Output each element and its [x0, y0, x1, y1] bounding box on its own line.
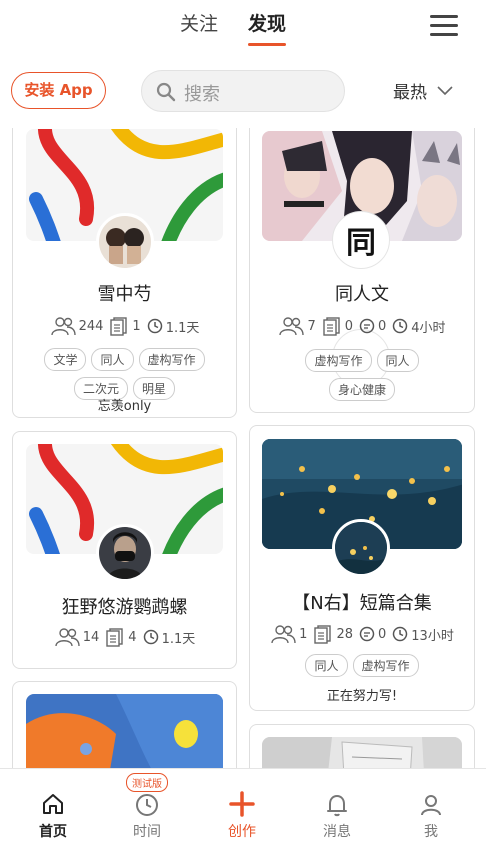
install-app-button[interactable]: 安装 App	[11, 72, 106, 109]
channel-feed[interactable]: 雪中芍 244 1 1.1天 文学 同人 虚构写作 二次元 明星 忘羡only	[0, 128, 486, 768]
plus-icon	[229, 791, 255, 817]
nav-time[interactable]: 测试版 时间	[112, 769, 182, 843]
posts-count: 1	[132, 318, 141, 334]
channel-card[interactable]	[12, 681, 237, 768]
users-icon	[55, 628, 80, 647]
nav-create[interactable]: 创作	[207, 769, 277, 843]
comments-count: 0	[378, 318, 387, 334]
tag[interactable]: 虚构写作	[138, 348, 205, 371]
home-icon	[43, 794, 63, 814]
users-icon	[271, 625, 296, 644]
tag[interactable]: 虚构写作	[352, 654, 419, 677]
updated-time: 1.1天	[165, 320, 200, 336]
updated-time: 1.1天	[161, 631, 196, 647]
clock-icon	[143, 629, 158, 645]
document-icon	[323, 317, 340, 336]
nav-me[interactable]: 我	[396, 769, 466, 843]
avatar-text: 同	[346, 226, 376, 261]
users-icon	[50, 317, 76, 336]
card-cover-image	[26, 694, 223, 768]
nav-home-label: 首页	[39, 824, 67, 840]
avatar	[332, 519, 390, 577]
chevron-down-icon	[437, 85, 453, 95]
card-stats: 244 1 1.1天	[13, 316, 236, 336]
card-title: 【N右】短篇合集	[292, 593, 432, 614]
bell-icon	[327, 795, 347, 817]
sort-dropdown[interactable]: 最热	[393, 78, 453, 103]
nav-messages-label: 消息	[323, 824, 351, 840]
tag-list: 文学 同人 虚构写作 二次元 明星	[23, 348, 226, 400]
search-placeholder: 搜索	[184, 84, 220, 105]
document-icon	[106, 628, 123, 647]
nav-messages[interactable]: 消息	[302, 769, 372, 843]
nav-create-label: 创作	[228, 824, 256, 840]
tab-following[interactable]: 关注	[180, 10, 218, 38]
tag[interactable]: 文学	[44, 348, 87, 371]
card-cover-image	[262, 737, 462, 768]
nav-time-label: 时间	[133, 824, 161, 840]
channel-card[interactable]: 同 同人文 7 0 0 4小时 虚构写作 同人 身心健康	[249, 128, 475, 413]
channel-card[interactable]	[249, 724, 475, 768]
avatar: 同	[332, 211, 390, 269]
channel-card[interactable]: 狂野悠游鹦鹉螺 14 4 1.1天	[12, 431, 237, 669]
followers-count: 1	[299, 626, 308, 642]
tag-list: 同人 虚构写作	[260, 654, 464, 677]
clock-icon	[393, 626, 408, 642]
search-icon	[156, 82, 176, 102]
tag[interactable]: 同人	[305, 654, 348, 677]
card-title: 同人文	[335, 284, 389, 305]
followers-count: 244	[78, 318, 104, 334]
sort-label: 最热	[393, 83, 427, 103]
avatar	[96, 524, 154, 582]
menu-icon[interactable]	[430, 15, 458, 39]
card-title: 雪中芍	[97, 284, 152, 305]
tag[interactable]: 虚构写作	[305, 349, 372, 372]
posts-count: 28	[336, 626, 353, 642]
nav-home[interactable]: 首页	[18, 769, 88, 843]
card-stats: 14 4 1.1天	[13, 627, 236, 647]
card-description: 正在努力写!	[326, 689, 398, 704]
posts-count: 0	[344, 318, 353, 334]
comment-icon	[359, 318, 375, 334]
card-stats: 7 0 0 4小时	[250, 316, 474, 336]
beta-badge: 测试版	[126, 773, 168, 792]
users-icon	[279, 317, 305, 336]
tag[interactable]: 身心健康	[328, 378, 395, 401]
card-description: 忘羡only	[97, 399, 152, 414]
search-input[interactable]: 搜索	[141, 70, 345, 112]
document-icon	[110, 317, 128, 336]
comments-count: 0	[378, 626, 387, 642]
tag[interactable]: 同人	[91, 348, 134, 371]
bottom-nav: 首页 测试版 时间 创作 消息 我	[0, 768, 486, 843]
tab-discover[interactable]: 发现	[248, 10, 287, 46]
feed-tabs: 关注 发现	[180, 10, 287, 46]
nav-me-label: 我	[424, 824, 438, 840]
card-title: 狂野悠游鹦鹉螺	[61, 597, 188, 618]
avatar	[96, 213, 154, 271]
followers-count: 7	[307, 318, 316, 334]
clock-icon	[136, 794, 158, 816]
updated-time: 4小时	[411, 320, 446, 336]
user-icon	[421, 795, 441, 816]
updated-time: 13小时	[411, 628, 454, 644]
posts-count: 4	[128, 629, 137, 645]
document-icon	[314, 625, 332, 644]
top-bar: 关注 发现	[0, 0, 486, 56]
card-stats: 1 28 0 13小时	[250, 624, 474, 644]
followers-count: 14	[82, 629, 100, 645]
clock-icon	[147, 318, 162, 334]
app-root: 关注 发现 安装 App 搜索 最热 雪中芍 244 1 1.1天 文学 同人 …	[0, 0, 486, 843]
tag[interactable]: 同人	[376, 349, 419, 372]
tag-list: 虚构写作 同人 身心健康	[290, 349, 434, 401]
comment-icon	[359, 626, 375, 642]
channel-card[interactable]: 雪中芍 244 1 1.1天 文学 同人 虚构写作 二次元 明星 忘羡only	[12, 128, 237, 418]
channel-card[interactable]: 【N右】短篇合集 1 28 0 13小时 同人 虚构写作 正在努力写!	[249, 425, 475, 711]
clock-icon	[393, 318, 408, 334]
